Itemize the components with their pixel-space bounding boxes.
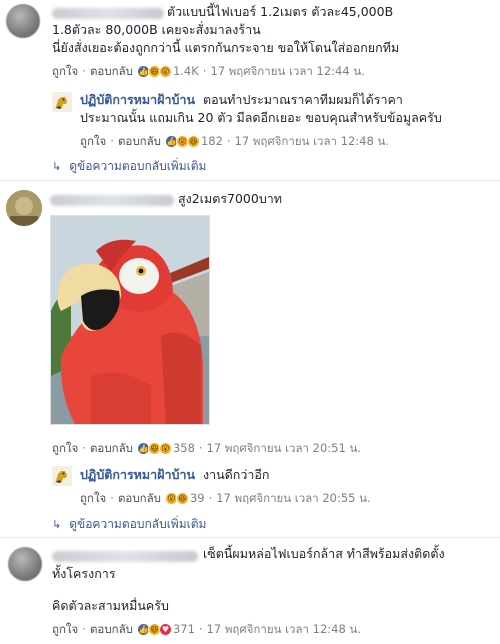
reply-actions: ถูกใจ · ตอบกลับ 😮 😆 39 · 17 พฤศจิกายน เว… <box>80 491 371 505</box>
reply-text: งานดีกว่าอีก <box>203 467 270 482</box>
haha-reaction-icon: 😆 <box>175 491 189 505</box>
separator: · <box>198 441 203 455</box>
page-avatar[interactable] <box>52 92 72 112</box>
separator: · <box>82 441 86 455</box>
view-more-replies-link[interactable]: ↳ ดูข้อความตอบกลับเพิ่มเติม <box>52 515 206 534</box>
commenter-name[interactable] <box>52 8 164 19</box>
dog-logo-icon <box>52 466 72 486</box>
wow-reaction-icon: 😮 <box>158 64 172 78</box>
like-link[interactable]: ถูกใจ <box>52 441 78 455</box>
comment-text-line: ตัวแบบนี้ไฟเบอร์ 1.2เมตร ตัวละ45,000B <box>167 4 394 19</box>
commenter-name[interactable] <box>52 551 198 562</box>
timestamp[interactable]: 17 พฤศจิกายน เวลา 12:48 น. <box>207 622 361 636</box>
reply-arrow-icon: ↳ <box>52 518 62 531</box>
reply-actions: ถูกใจ · ตอบกลับ 👍 😮 😆 182 · 17 พฤศจิกายน… <box>80 134 389 148</box>
reply-arrow-icon: ↳ <box>52 160 62 173</box>
reply-link[interactable]: ตอบกลับ <box>118 491 161 505</box>
avatar-photo-icon <box>6 190 42 226</box>
haha-reaction-icon: 😆 <box>186 134 200 148</box>
reaction-count[interactable]: 182 <box>201 134 223 148</box>
dog-logo-icon <box>52 92 72 112</box>
comment-actions: ถูกใจ · ตอบกลับ 👍 😆 ♥ 371 · 17 พฤศจิกายน… <box>52 622 361 636</box>
reaction-count[interactable]: 358 <box>173 441 195 455</box>
reply-text-line: ปฏิบัติการหมาฝ้าบ้าน ตอนทำประมาณราคาทีมผ… <box>80 92 403 108</box>
comment-text-line: นี่ยังสั่งเยอะต้องถูกกว่านี้ แตรกกันกระจ… <box>52 40 400 55</box>
reactions[interactable]: 👍 😆 ♥ <box>136 622 172 636</box>
reply-link[interactable]: ตอบกลับ <box>90 64 133 78</box>
parrot-statue-image <box>51 216 209 424</box>
reactions[interactable]: 😮 😆 <box>164 491 189 505</box>
timestamp[interactable]: 17 พฤศจิกายน เวลา 12:44 น. <box>210 64 364 78</box>
separator: · <box>226 134 231 148</box>
comment-photo[interactable] <box>50 215 210 425</box>
view-more-replies-label: ดูข้อความตอบกลับเพิ่มเติม <box>69 159 207 173</box>
comment-text-line: 1.8ตัวละ 80,000B เคยจะสั่งมาลงร้าน <box>52 22 261 37</box>
reply-text-line: ปฏิบัติการหมาฝ้าบ้าน งานดีกว่าอีก <box>80 467 269 483</box>
timestamp[interactable]: 17 พฤศจิกายน เวลา 20:55 น. <box>216 491 370 505</box>
reaction-count[interactable]: 1.4K <box>173 64 199 78</box>
love-reaction-icon: ♥ <box>158 622 172 636</box>
view-more-replies-label: ดูข้อความตอบกลับเพิ่มเติม <box>69 517 207 531</box>
page-name-link[interactable]: ปฏิบัติการหมาฝ้าบ้าน <box>80 467 195 482</box>
page-avatar[interactable] <box>52 466 72 486</box>
separator: · <box>208 491 213 505</box>
commenter-name[interactable] <box>50 195 174 206</box>
reply-link[interactable]: ตอบกลับ <box>90 441 133 455</box>
like-link[interactable]: ถูกใจ <box>52 64 78 78</box>
wow-reaction-icon: 😮 <box>158 441 172 455</box>
reply-text-line: ประมาณนั้น แถมเกิน 20 ตัว มีลดอีกเยอะ ขอ… <box>80 110 442 125</box>
separator: · <box>110 491 114 505</box>
like-link[interactable]: ถูกใจ <box>80 134 106 148</box>
divider <box>0 537 500 538</box>
separator: · <box>82 64 86 78</box>
comment-actions: ถูกใจ · ตอบกลับ 👍 😆 😮 358 · 17 พฤศจิกายน… <box>52 441 361 455</box>
separator: · <box>110 134 114 148</box>
separator: · <box>198 622 203 636</box>
reaction-count[interactable]: 371 <box>173 622 195 636</box>
comment-text-line: คิดตัวละสามหมื่นครับ <box>52 598 169 613</box>
reactions[interactable]: 👍 😆 😮 <box>136 441 172 455</box>
separator: · <box>202 64 207 78</box>
like-link[interactable]: ถูกใจ <box>52 622 78 636</box>
reaction-count[interactable]: 39 <box>190 491 205 505</box>
reactions[interactable]: 👍 😆 😮 <box>136 64 172 78</box>
comment-text-line: เซ็ตนี้ผมหล่อไฟเบอร์กล้าส ทำสีพร้อมส่งติ… <box>203 546 445 561</box>
comment-actions: ถูกใจ · ตอบกลับ 👍 😆 😮 1.4K · 17 พฤศจิกาย… <box>52 64 365 78</box>
view-more-replies-link[interactable]: ↳ ดูข้อความตอบกลับเพิ่มเติม <box>52 157 206 176</box>
commenter-avatar[interactable] <box>8 547 42 581</box>
reply-link[interactable]: ตอบกลับ <box>90 622 133 636</box>
page-name-link[interactable]: ปฏิบัติการหมาฝ้าบ้าน <box>80 92 195 107</box>
commenter-avatar[interactable] <box>6 190 42 226</box>
like-link[interactable]: ถูกใจ <box>80 491 106 505</box>
divider <box>0 180 500 181</box>
comment-text-line: ทั้งโครงการ <box>52 566 116 581</box>
reply-text: ตอนทำประมาณราคาทีมผมก็ได้ราคา <box>203 92 403 107</box>
timestamp[interactable]: 17 พฤศจิกายน เวลา 20:51 น. <box>207 441 361 455</box>
commenter-avatar[interactable] <box>6 4 40 38</box>
comment-text: สูง2เมตร7000บาท <box>178 191 283 206</box>
reactions[interactable]: 👍 😮 😆 <box>164 134 200 148</box>
separator: · <box>82 622 86 636</box>
timestamp[interactable]: 17 พฤศจิกายน เวลา 12:48 น. <box>235 134 389 148</box>
reply-link[interactable]: ตอบกลับ <box>118 134 161 148</box>
